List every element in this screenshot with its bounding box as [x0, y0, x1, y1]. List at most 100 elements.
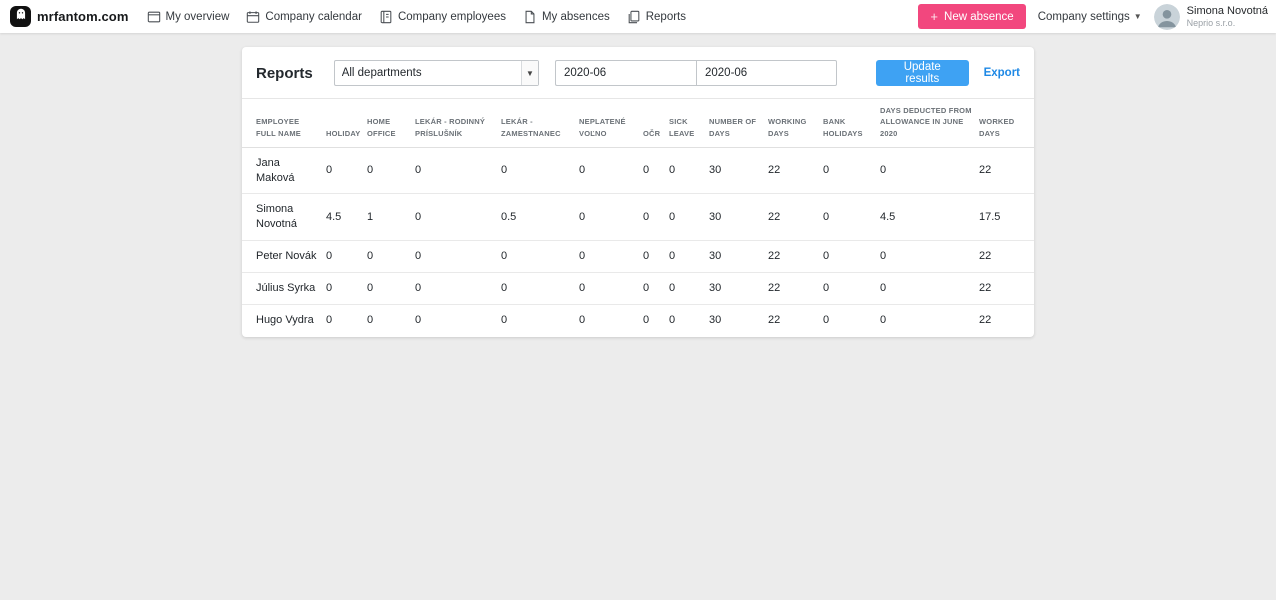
column-header: WORKED DAYS — [979, 98, 1034, 148]
value-cell: 0 — [880, 313, 887, 326]
column-header: EMPLOYEE FULL NAME — [242, 98, 326, 148]
table-row: Jana Maková 0 0 0 0 0 0 0 30 22 0 0 22 — [242, 147, 1034, 195]
column-header: LEKÁR - ZAMESTNANEC — [501, 98, 579, 148]
navbar-right: + New absence Company settings ▼ Simona … — [918, 3, 1268, 30]
value-cell: 0 — [643, 240, 669, 273]
value-cell: 0 — [579, 193, 643, 242]
export-link[interactable]: Export — [984, 67, 1020, 79]
user-name: Simona Novotná — [1186, 5, 1268, 17]
value-cell: 0 — [643, 193, 669, 242]
employee-name-cell: Jana Maková — [242, 147, 326, 195]
brand-name[interactable]: mrfantom.com — [37, 9, 129, 24]
page-title: Reports — [256, 64, 313, 82]
column-header: DAYS DEDUCTED FROM ALLOWANCE IN JUNE 202… — [880, 98, 979, 148]
value-cell: 0 — [415, 240, 501, 273]
employees-icon — [379, 10, 393, 24]
value-cell: 0 — [643, 147, 669, 195]
value-cell: 0 — [367, 147, 415, 195]
column-header: NUMBER OF DAYS — [709, 98, 768, 148]
value-cell: 0 — [326, 272, 367, 305]
value-cell: 0 — [669, 240, 709, 273]
value-cell: 30 — [709, 313, 722, 326]
brand-logo[interactable] — [10, 6, 31, 27]
value-cell: 0 — [823, 313, 830, 326]
value-cell: 0 — [669, 272, 709, 305]
reports-card: Reports All departments ▼ Update results… — [242, 47, 1034, 337]
value-cell: 17.5 — [979, 193, 1034, 242]
value-cell: 22 — [979, 313, 992, 326]
department-select[interactable]: All departments — [333, 60, 539, 86]
column-header: NEPLATENÉ VOĽNO — [579, 98, 643, 148]
document-icon — [523, 10, 537, 24]
value-cell: 0 — [880, 240, 979, 273]
value-cell: 0 — [579, 147, 643, 195]
table-row: Hugo Vydra 0 0 0 0 0 0 0 30 22 0 0 22 — [242, 304, 1034, 335]
value-cell: 0 — [823, 193, 880, 242]
value-cell: 0 — [823, 272, 880, 305]
value-cell: 0 — [501, 147, 579, 195]
value-cell: 0.5 — [501, 193, 579, 242]
nav-item-my-absences[interactable]: My absences — [523, 10, 610, 24]
company-settings-label: Company settings — [1037, 10, 1130, 23]
value-cell: 4.5 — [326, 193, 367, 242]
report-table: EMPLOYEE FULL NAME HOLIDAY HOME OFFICE LEKÁ… — [242, 98, 1034, 336]
value-cell: 30 — [709, 193, 768, 242]
value-cell: 1 — [367, 193, 415, 242]
top-navbar: mrfantom.com My overview Company calenda… — [0, 0, 1276, 33]
value-cell: 0 — [415, 313, 422, 326]
nav-item-label: Company employees — [397, 10, 506, 23]
table-row: Július Syrka 0 0 0 0 0 0 0 30 22 0 0 22 — [242, 272, 1034, 305]
nav-item-company-employees[interactable]: Company employees — [379, 10, 506, 24]
column-header: HOLIDAY — [326, 98, 367, 148]
chevron-down-icon: ▼ — [1133, 12, 1142, 21]
period-from-input[interactable] — [555, 60, 696, 86]
nav-item-label: My absences — [541, 10, 610, 23]
value-cell: 4.5 — [880, 193, 979, 242]
column-header: BANK HOLIDAYS — [823, 98, 880, 148]
department-select-wrap: All departments ▼ — [333, 60, 539, 86]
period-to-input[interactable] — [696, 60, 837, 86]
nav-item-label: Reports — [645, 10, 687, 23]
value-cell: 0 — [823, 240, 880, 273]
value-cell: 0 — [579, 313, 586, 326]
value-cell: 0 — [669, 313, 676, 326]
nav-item-company-calendar[interactable]: Company calendar — [246, 10, 362, 24]
avatar[interactable] — [1153, 3, 1180, 30]
value-cell: 30 — [709, 240, 768, 273]
value-cell: 0 — [326, 240, 367, 273]
update-results-button[interactable]: Update results — [876, 60, 969, 86]
value-cell: 0 — [367, 272, 415, 305]
value-cell: 0 — [501, 240, 579, 273]
new-absence-button[interactable]: + New absence — [918, 4, 1026, 29]
employee-name-cell: Simona Novotná — [242, 193, 326, 242]
value-cell: 0 — [415, 193, 501, 242]
value-cell: 0 — [367, 313, 374, 326]
value-cell: 22 — [979, 272, 1034, 305]
employee-name-cell: Hugo Vydra — [256, 313, 314, 326]
report-table-body: Jana Maková 0 0 0 0 0 0 0 30 22 0 0 22 Simona Novotná… — [242, 147, 1034, 335]
value-cell: 30 — [709, 147, 768, 195]
value-cell: 0 — [415, 272, 501, 305]
nav-item-my-overview[interactable]: My overview — [147, 10, 230, 24]
value-cell: 0 — [880, 272, 979, 305]
value-cell: 0 — [880, 147, 979, 195]
value-cell: 30 — [709, 272, 768, 305]
column-header: WORKING DAYS — [768, 98, 823, 148]
ghost-icon — [14, 7, 28, 26]
table-row: Peter Novák 0 0 0 0 0 0 0 30 22 0 0 22 — [242, 240, 1034, 273]
user-block[interactable]: Simona Novotná Neprio s.r.o. — [1187, 5, 1268, 28]
calendar-icon — [246, 10, 260, 24]
value-cell: 0 — [579, 240, 643, 273]
report-table-head-row: EMPLOYEE FULL NAME HOLIDAY HOME OFFICE LEKÁ… — [242, 98, 1034, 148]
value-cell: 0 — [326, 313, 333, 326]
value-cell: 22 — [979, 240, 1034, 273]
value-cell: 22 — [768, 193, 823, 242]
value-cell: 22 — [768, 272, 823, 305]
value-cell: 0 — [823, 147, 880, 195]
nav-item-label: My overview — [165, 10, 230, 23]
employee-name-cell: Július Syrka — [242, 272, 326, 305]
company-settings-menu[interactable]: Company settings ▼ — [1038, 11, 1142, 23]
overview-icon — [147, 10, 161, 24]
nav-item-reports[interactable]: Reports — [627, 10, 686, 24]
new-absence-label: New absence — [944, 10, 1014, 23]
